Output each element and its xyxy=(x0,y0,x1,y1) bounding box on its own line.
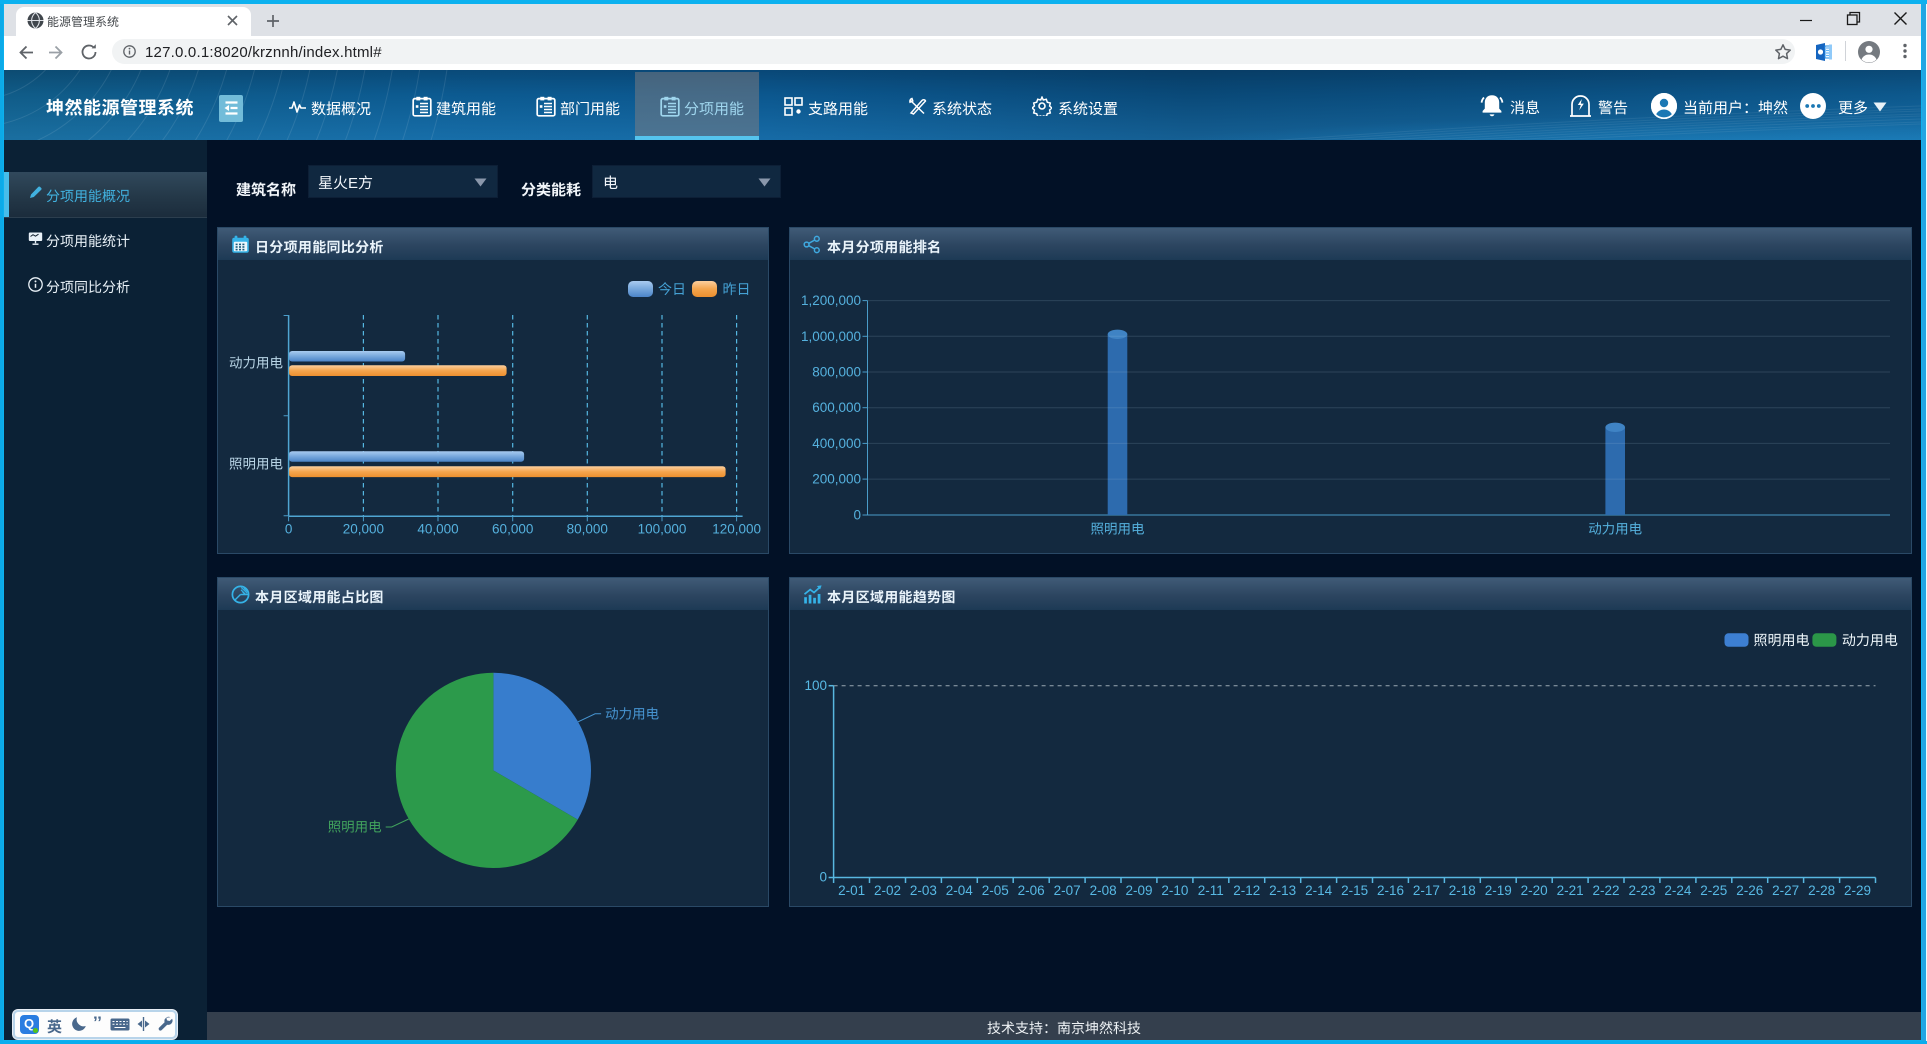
svg-text:2-01: 2-01 xyxy=(838,883,865,898)
svg-text:2-10: 2-10 xyxy=(1161,883,1188,898)
svg-text:40,000: 40,000 xyxy=(417,522,458,537)
svg-text:2-28: 2-28 xyxy=(1808,883,1835,898)
svg-text:1,000,000: 1,000,000 xyxy=(801,329,861,344)
svg-text:2-15: 2-15 xyxy=(1341,883,1368,898)
svg-text:动力用电: 动力用电 xyxy=(1842,632,1898,648)
svg-text:2-27: 2-27 xyxy=(1772,883,1799,898)
svg-text:2-03: 2-03 xyxy=(910,883,937,898)
svg-text:2-14: 2-14 xyxy=(1305,883,1333,898)
svg-text:2-24: 2-24 xyxy=(1664,883,1692,898)
svg-text:照明用电: 照明用电 xyxy=(328,820,382,835)
svg-text:动力用电: 动力用电 xyxy=(229,356,283,371)
svg-text:2-19: 2-19 xyxy=(1485,883,1512,898)
svg-text:2-05: 2-05 xyxy=(982,883,1009,898)
svg-text:20,000: 20,000 xyxy=(343,522,384,537)
svg-text:昨日: 昨日 xyxy=(723,281,751,297)
svg-text:2-20: 2-20 xyxy=(1521,883,1548,898)
svg-text:2-02: 2-02 xyxy=(874,883,901,898)
svg-text:2-25: 2-25 xyxy=(1700,883,1727,898)
svg-text:80,000: 80,000 xyxy=(567,522,608,537)
svg-text:2-06: 2-06 xyxy=(1018,883,1045,898)
svg-text:2-21: 2-21 xyxy=(1557,883,1584,898)
svg-text:2-07: 2-07 xyxy=(1054,883,1081,898)
svg-text:100: 100 xyxy=(804,678,827,693)
svg-text:2-13: 2-13 xyxy=(1269,883,1296,898)
svg-text:0: 0 xyxy=(819,869,827,884)
svg-text:2-12: 2-12 xyxy=(1233,883,1260,898)
svg-text:今日: 今日 xyxy=(658,281,686,297)
svg-text:400,000: 400,000 xyxy=(812,436,861,451)
svg-text:动力用电: 动力用电 xyxy=(605,706,659,721)
svg-text:60,000: 60,000 xyxy=(492,522,533,537)
svg-text:2-18: 2-18 xyxy=(1449,883,1476,898)
svg-text:0: 0 xyxy=(285,522,293,537)
svg-text:2-26: 2-26 xyxy=(1736,883,1763,898)
svg-text:200,000: 200,000 xyxy=(812,472,861,487)
svg-text:2-11: 2-11 xyxy=(1198,883,1224,898)
svg-text:2-17: 2-17 xyxy=(1413,883,1440,898)
svg-text:动力用电: 动力用电 xyxy=(1588,522,1642,537)
svg-text:600,000: 600,000 xyxy=(812,400,861,415)
svg-text:2-29: 2-29 xyxy=(1844,883,1871,898)
svg-text:800,000: 800,000 xyxy=(812,365,861,380)
svg-text:2-23: 2-23 xyxy=(1628,883,1655,898)
svg-text:0: 0 xyxy=(853,508,861,523)
svg-text:2-16: 2-16 xyxy=(1377,883,1404,898)
svg-text:2-08: 2-08 xyxy=(1090,883,1117,898)
svg-text:照明用电: 照明用电 xyxy=(1091,522,1145,537)
svg-text:2-09: 2-09 xyxy=(1125,883,1152,898)
svg-text:1,200,000: 1,200,000 xyxy=(801,293,861,308)
svg-text:照明用电: 照明用电 xyxy=(1754,632,1810,648)
svg-text:2-22: 2-22 xyxy=(1592,883,1619,898)
svg-text:120,000: 120,000 xyxy=(712,522,761,537)
svg-text:2-04: 2-04 xyxy=(946,883,974,898)
svg-text:照明用电: 照明用电 xyxy=(229,457,283,472)
svg-text:100,000: 100,000 xyxy=(638,522,687,537)
